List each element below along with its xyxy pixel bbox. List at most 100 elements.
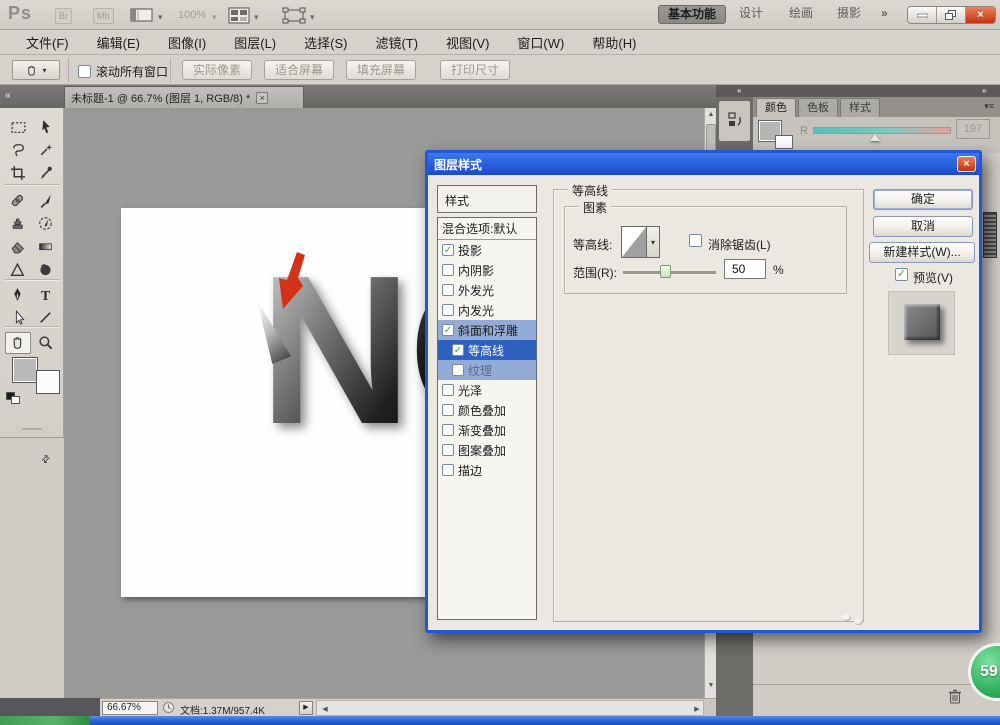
style-checkbox[interactable] bbox=[442, 284, 454, 296]
blur-tool-icon[interactable] bbox=[5, 259, 31, 281]
style-checkbox[interactable] bbox=[442, 304, 454, 316]
zoom-level-dropdown-arrow[interactable]: ▾ bbox=[212, 12, 217, 23]
menu-help[interactable]: 帮助(H) bbox=[578, 30, 650, 55]
status-zoom-field[interactable]: 66.67% bbox=[102, 701, 158, 715]
scroll-right-icon[interactable]: ▶ bbox=[691, 705, 703, 713]
menu-layer[interactable]: 图层(L) bbox=[220, 30, 290, 55]
zoom-level-value[interactable]: 100% bbox=[178, 9, 206, 21]
foreground-color-swatch[interactable] bbox=[12, 357, 38, 383]
style-row-inner-shadow[interactable]: 内阴影 bbox=[438, 260, 536, 280]
minibridge-icon[interactable]: Mb bbox=[93, 8, 114, 24]
horizontal-scrollbar[interactable]: ◀ ▶ bbox=[316, 700, 704, 716]
range-slider-thumb[interactable] bbox=[660, 265, 671, 278]
style-row-bevel-emboss[interactable]: ✓斜面和浮雕 bbox=[438, 320, 536, 340]
toolbar-collapse-icon[interactable]: « bbox=[5, 90, 11, 101]
panel-tab-styles[interactable]: 样式 bbox=[840, 98, 880, 117]
menu-file[interactable]: 文件(F) bbox=[12, 30, 83, 55]
restore-button[interactable] bbox=[937, 7, 966, 23]
pen-tool-icon[interactable] bbox=[5, 284, 31, 306]
scroll-all-windows-checkbox[interactable] bbox=[78, 65, 91, 78]
style-checkbox[interactable]: ✓ bbox=[442, 244, 454, 256]
status-flyout-icon[interactable]: ▶ bbox=[299, 701, 313, 715]
quick-selection-tool-icon[interactable] bbox=[33, 139, 59, 161]
collapsed-panel-button[interactable] bbox=[719, 101, 750, 141]
preview-checkbox[interactable]: ✓ bbox=[895, 268, 908, 281]
minimize-button[interactable] bbox=[908, 7, 937, 23]
style-row-color-overlay[interactable]: 颜色叠加 bbox=[438, 400, 536, 420]
style-row-gradient-overlay[interactable]: 渐变叠加 bbox=[438, 420, 536, 440]
contour-picker-dropdown-arrow[interactable]: ▾ bbox=[647, 226, 660, 258]
style-checkbox[interactable]: ✓ bbox=[442, 324, 454, 336]
channel-value-field[interactable]: 197 bbox=[956, 119, 990, 139]
style-row-drop-shadow[interactable]: ✓投影 bbox=[438, 240, 536, 260]
dialog-resize-grip[interactable] bbox=[842, 614, 851, 621]
style-checkbox[interactable] bbox=[452, 364, 464, 376]
workspace-overflow-chevron[interactable]: » bbox=[872, 5, 897, 24]
dialog-resize-grip[interactable] bbox=[854, 618, 863, 625]
scroll-all-windows-option[interactable]: 滚动所有窗口 bbox=[78, 63, 168, 80]
panel-tab-color[interactable]: 颜色 bbox=[756, 98, 796, 117]
lasso-tool-icon[interactable] bbox=[5, 139, 31, 161]
workspace-tab-design[interactable]: 设计 bbox=[730, 5, 772, 24]
move-tool-icon[interactable] bbox=[33, 116, 59, 138]
ok-button[interactable]: 确定 bbox=[873, 189, 973, 210]
menu-window[interactable]: 窗口(W) bbox=[503, 30, 578, 55]
default-colors-icon[interactable] bbox=[6, 392, 20, 404]
channel-slider-thumb[interactable] bbox=[870, 134, 880, 141]
menu-edit[interactable]: 编辑(E) bbox=[83, 30, 154, 55]
style-row-satin[interactable]: 光泽 bbox=[438, 380, 536, 400]
screen-mode-icon[interactable] bbox=[282, 7, 306, 24]
dock-collapse-left-icon[interactable]: « bbox=[737, 86, 741, 95]
history-brush-tool-icon[interactable] bbox=[33, 213, 59, 235]
screen-mode-dropdown-arrow[interactable]: ▾ bbox=[310, 12, 315, 23]
color-panel-background-swatch[interactable] bbox=[775, 135, 793, 149]
view-extras-dropdown-arrow[interactable]: ▾ bbox=[158, 12, 163, 23]
style-checkbox[interactable] bbox=[442, 264, 454, 276]
workspace-tab-painting[interactable]: 绘画 bbox=[780, 5, 822, 24]
print-size-button[interactable]: 打印尺寸 bbox=[440, 60, 510, 80]
panel-menu-icon[interactable]: ▾≡ bbox=[984, 101, 994, 112]
brush-tool-icon[interactable] bbox=[33, 190, 59, 212]
workspace-tab-photography[interactable]: 摄影 bbox=[828, 5, 870, 24]
bridge-icon[interactable]: Br bbox=[55, 8, 72, 24]
style-checkbox[interactable] bbox=[442, 444, 454, 456]
channel-slider[interactable] bbox=[813, 127, 951, 134]
style-row-pattern-overlay[interactable]: 图案叠加 bbox=[438, 440, 536, 460]
style-checkbox[interactable] bbox=[442, 464, 454, 476]
fit-screen-button[interactable]: 适合屏幕 bbox=[264, 60, 334, 80]
hand-tool-icon[interactable] bbox=[5, 332, 31, 354]
dock-collapse-right-icon[interactable]: » bbox=[982, 86, 986, 95]
arrange-documents-icon[interactable] bbox=[228, 7, 250, 24]
type-tool-icon[interactable]: T bbox=[33, 284, 59, 306]
style-checkbox[interactable] bbox=[442, 404, 454, 416]
style-row-texture[interactable]: 纹理 bbox=[438, 360, 536, 380]
style-row-contour[interactable]: ✓等高线 bbox=[438, 340, 536, 360]
style-row-blending-options[interactable]: 混合选项:默认 bbox=[438, 218, 536, 240]
style-checkbox[interactable] bbox=[442, 384, 454, 396]
style-row-stroke[interactable]: 描边 bbox=[438, 460, 536, 480]
document-tab-close-icon[interactable]: × bbox=[256, 92, 268, 104]
zoom-tool-icon[interactable] bbox=[33, 332, 59, 354]
range-value-field[interactable]: 50 bbox=[724, 259, 766, 279]
antialias-checkbox[interactable] bbox=[689, 234, 702, 247]
document-tab[interactable]: 未标题-1 @ 66.7% (图层 1, RGB/8) * × bbox=[64, 86, 304, 108]
cancel-button[interactable]: 取消 bbox=[873, 216, 973, 237]
gradient-tool-icon[interactable] bbox=[33, 236, 59, 258]
actual-pixels-button[interactable]: 实际像素 bbox=[182, 60, 252, 80]
workspace-tab-essentials[interactable]: 基本功能 bbox=[658, 5, 726, 24]
menu-view[interactable]: 视图(V) bbox=[432, 30, 503, 55]
style-checkbox[interactable]: ✓ bbox=[452, 344, 464, 356]
menu-select[interactable]: 选择(S) bbox=[290, 30, 361, 55]
crop-tool-icon[interactable] bbox=[5, 162, 31, 184]
eraser-tool-icon[interactable] bbox=[5, 236, 31, 258]
delete-trash-icon[interactable] bbox=[948, 689, 962, 705]
taskbar[interactable] bbox=[90, 716, 1000, 725]
new-style-button[interactable]: 新建样式(W)... bbox=[869, 242, 975, 263]
menu-image[interactable]: 图像(I) bbox=[154, 30, 220, 55]
panel-resize-grip[interactable] bbox=[983, 212, 997, 258]
burn-tool-icon[interactable] bbox=[33, 259, 59, 281]
style-row-inner-glow[interactable]: 内发光 bbox=[438, 300, 536, 320]
menu-filter[interactable]: 滤镜(T) bbox=[361, 30, 432, 55]
eyedropper-tool-icon[interactable] bbox=[33, 162, 59, 184]
healing-brush-tool-icon[interactable] bbox=[5, 190, 31, 212]
